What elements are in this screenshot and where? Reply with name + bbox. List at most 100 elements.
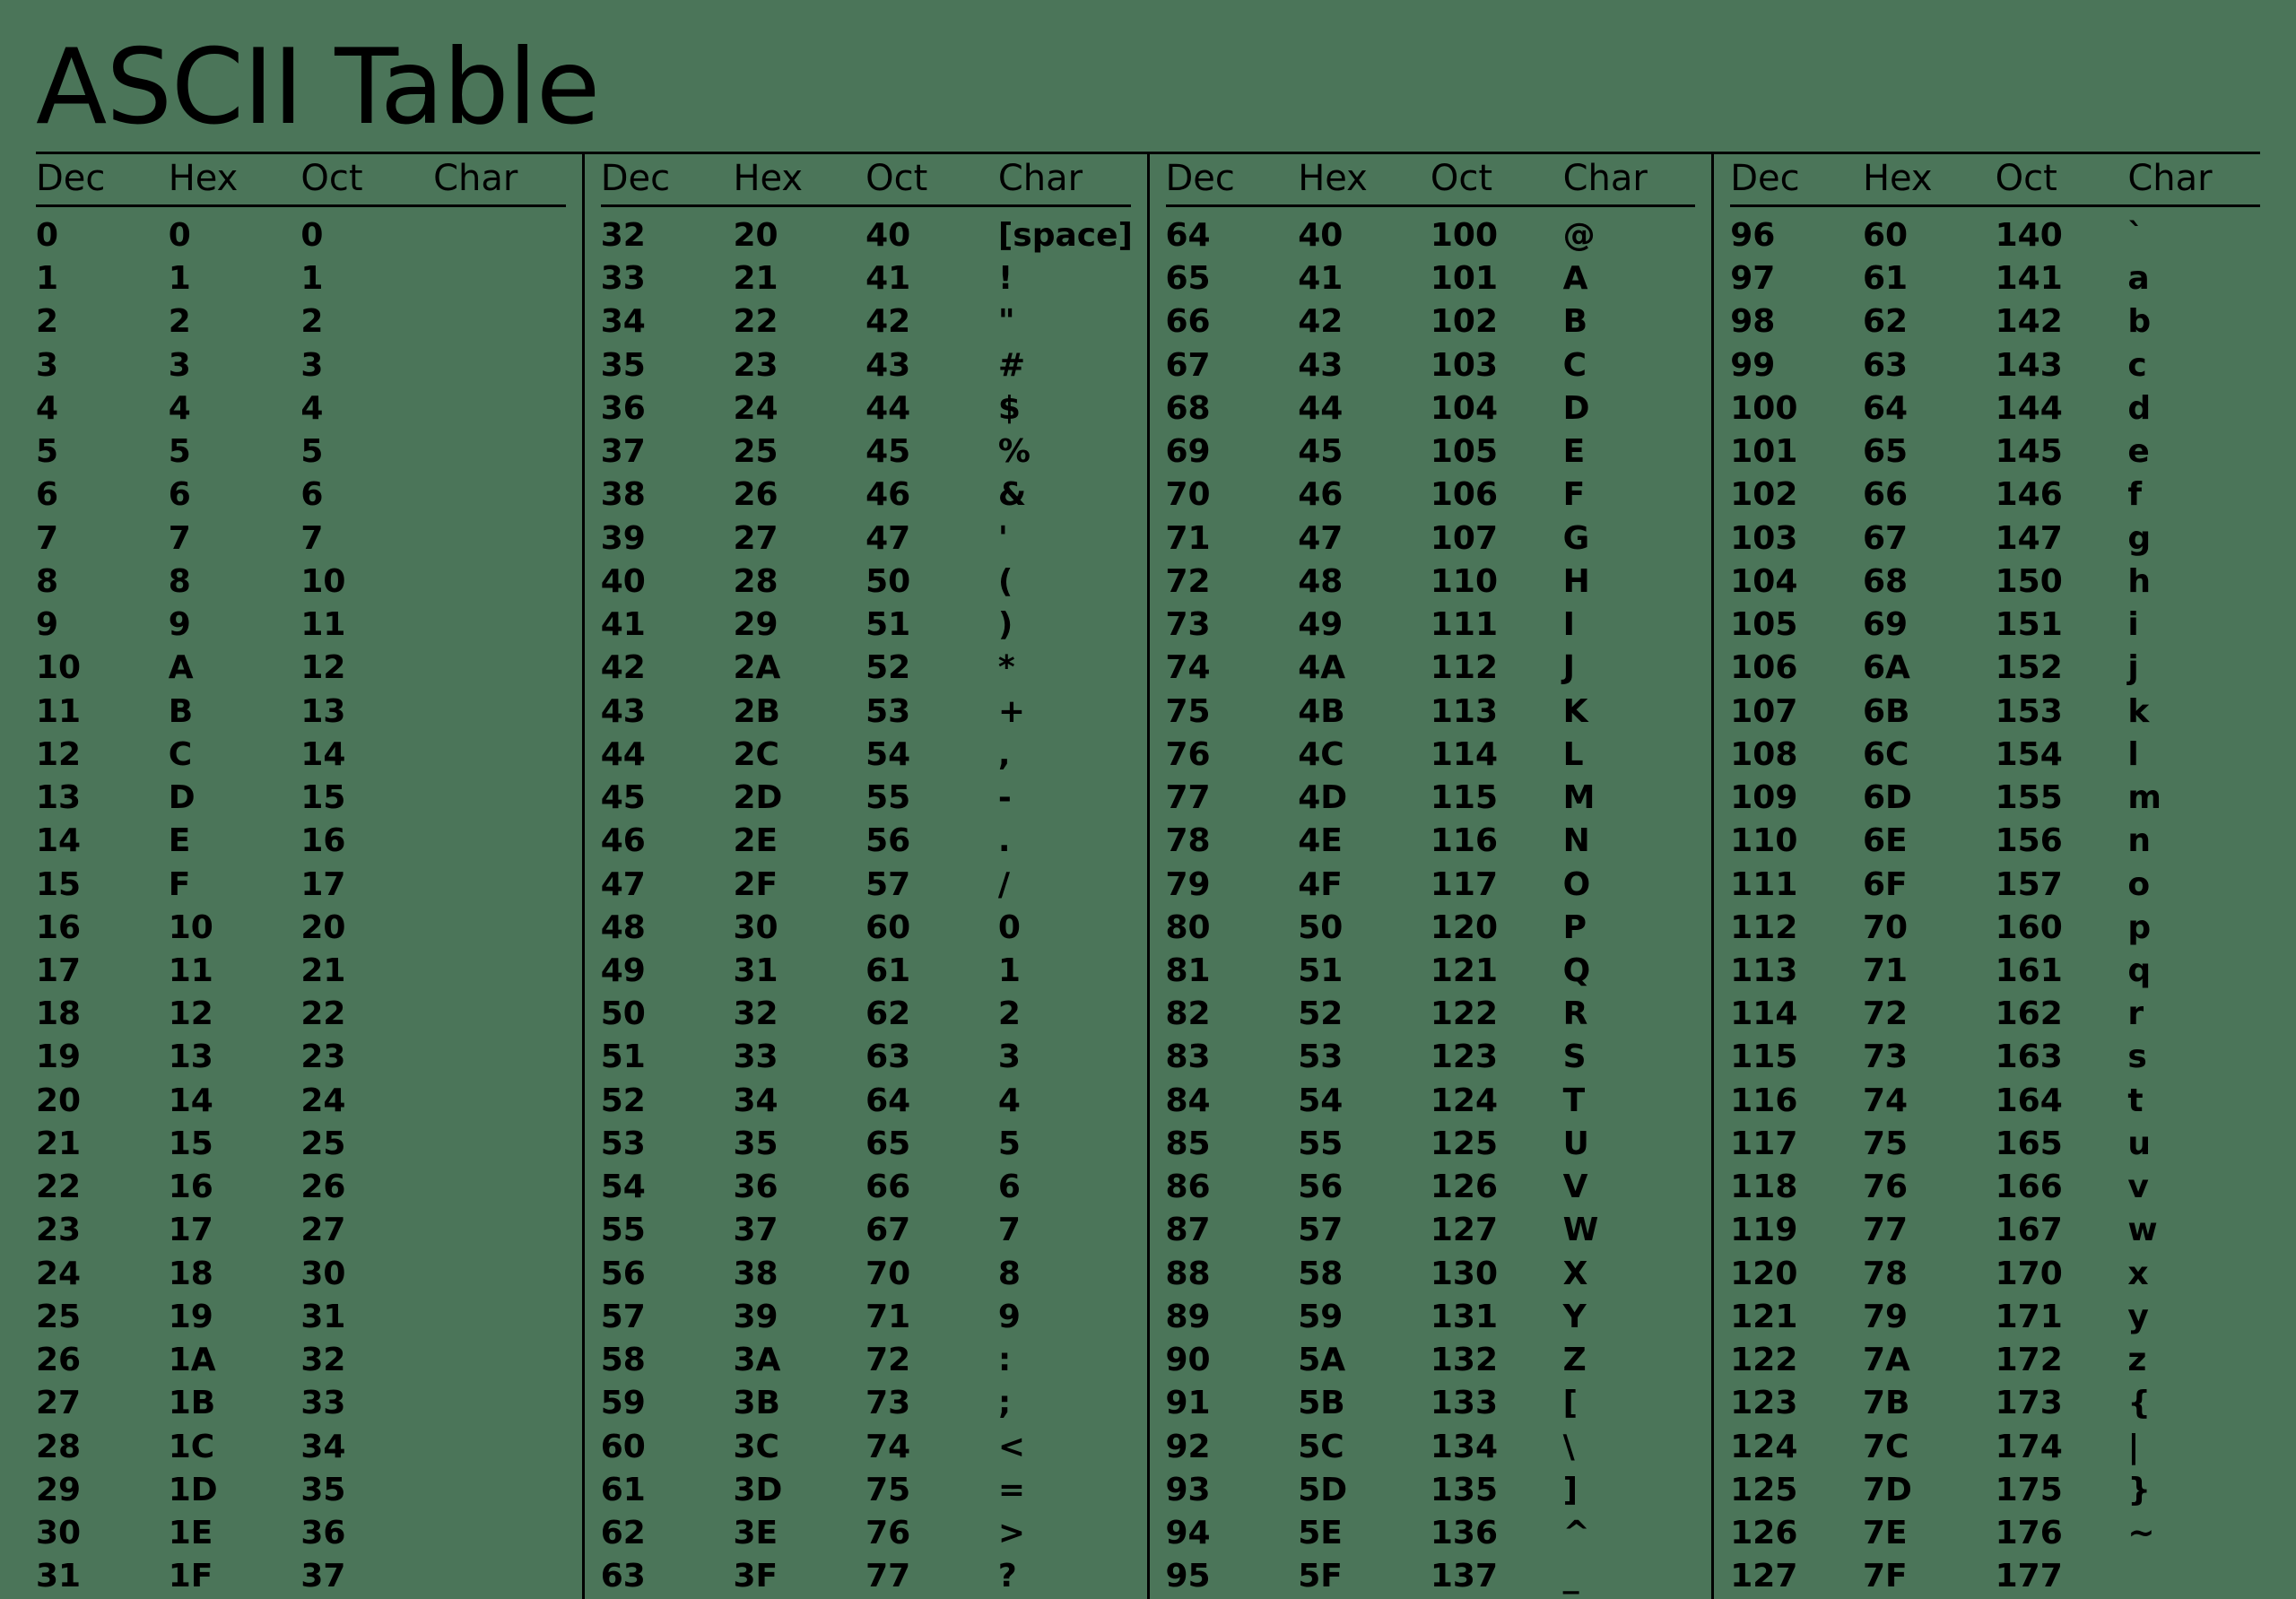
cell-hex: 4C: [1298, 734, 1431, 777]
cell-oct: 20: [300, 907, 433, 950]
cell-hex: 2B: [733, 691, 865, 734]
table-row: 7248110H: [1166, 561, 1696, 604]
cell-chr: d: [2127, 387, 2260, 430]
cell-chr: a: [2127, 257, 2260, 300]
cell-dec: 59: [601, 1382, 734, 1425]
cell-dec: 74: [1166, 647, 1299, 690]
cell-oct: 5: [300, 430, 433, 474]
cell-oct: 106: [1431, 474, 1563, 517]
cell-hex: 73: [1863, 1036, 1996, 1079]
cell-chr: p: [2127, 907, 2260, 950]
cell-chr: g: [2127, 517, 2260, 561]
cell-oct: 160: [1996, 907, 2128, 950]
cell-oct: 54: [865, 734, 998, 777]
cell-dec: 84: [1166, 1080, 1299, 1123]
table-row: 9862142b: [1730, 300, 2260, 343]
cell-dec: 13: [36, 777, 169, 820]
cell-oct: 75: [865, 1469, 998, 1512]
cell-hex: 42: [1298, 300, 1431, 343]
cell-oct: 140: [1996, 214, 2128, 257]
cell-oct: 112: [1431, 647, 1563, 690]
cell-chr: _: [1563, 1555, 1696, 1598]
cell-dec: 44: [601, 734, 734, 777]
table-rows: 0001112223334445556667778810991110A1211B…: [36, 207, 566, 1599]
table-row: 764C114L: [1166, 734, 1696, 777]
cell-hex: 14: [169, 1080, 301, 1123]
cell-dec: 61: [601, 1469, 734, 1512]
table-row: 10165145e: [1730, 430, 2260, 474]
cell-hex: 15: [169, 1123, 301, 1166]
table-row: 633F77?: [601, 1555, 1131, 1598]
cell-hex: 48: [1298, 561, 1431, 604]
cell-chr: [433, 257, 566, 300]
cell-hex: 6F: [1863, 864, 1996, 907]
cell-oct: 147: [1996, 517, 2128, 561]
cell-hex: 57: [1298, 1209, 1431, 1252]
cell-chr: [433, 517, 566, 561]
cell-dec: 99: [1730, 344, 1863, 387]
cell-chr: r: [2127, 993, 2260, 1036]
cell-oct: 152: [1996, 647, 2128, 690]
cell-hex: B: [169, 691, 301, 734]
cell-hex: 60: [1863, 214, 1996, 257]
cell-chr: s: [2127, 1036, 2260, 1079]
cell-hex: 5C: [1298, 1426, 1431, 1469]
cell-dec: 86: [1166, 1166, 1299, 1209]
table-row: 333: [36, 344, 566, 387]
table-row: 5335655: [601, 1123, 1131, 1166]
table-row: 9761141a: [1730, 257, 2260, 300]
cell-oct: 144: [1996, 387, 2128, 430]
cell-chr: 4: [998, 1080, 1131, 1123]
cell-dec: 81: [1166, 950, 1299, 993]
cell-dec: 96: [1730, 214, 1863, 257]
cell-hex: 3C: [733, 1426, 865, 1469]
table-row: 222: [36, 300, 566, 343]
cell-hex: 5B: [1298, 1382, 1431, 1425]
cell-chr: [2127, 1555, 2260, 1598]
cell-chr: x: [2127, 1253, 2260, 1296]
cell-hex: 77: [1863, 1209, 1996, 1252]
cell-dec: 62: [601, 1512, 734, 1555]
cell-dec: 32: [601, 214, 734, 257]
cell-oct: 67: [865, 1209, 998, 1252]
table-row: 9660140`: [1730, 214, 2260, 257]
table-row: 271B33: [36, 1382, 566, 1425]
cell-oct: 162: [1996, 993, 2128, 1036]
cell-chr: 2: [998, 993, 1131, 1036]
header-hex: Hex: [733, 158, 865, 199]
cell-hex: 2F: [733, 864, 865, 907]
cell-chr: G: [1563, 517, 1696, 561]
cell-hex: 43: [1298, 344, 1431, 387]
cell-hex: 55: [1298, 1123, 1431, 1166]
cell-hex: 36: [733, 1166, 865, 1209]
table-row: 14E16: [36, 820, 566, 863]
cell-hex: 1E: [169, 1512, 301, 1555]
cell-oct: 7: [300, 517, 433, 561]
cell-hex: 59: [1298, 1296, 1431, 1339]
table-row: 452D55-: [601, 777, 1131, 820]
cell-hex: 35: [733, 1123, 865, 1166]
cell-chr: 8: [998, 1253, 1131, 1296]
cell-oct: 166: [1996, 1166, 2128, 1209]
cell-oct: 40: [865, 214, 998, 257]
cell-oct: 50: [865, 561, 998, 604]
table-row: 8555125U: [1166, 1123, 1696, 1166]
cell-hex: 34: [733, 1080, 865, 1123]
cell-oct: 120: [1431, 907, 1563, 950]
cell-chr: [433, 1426, 566, 1469]
cell-hex: 25: [733, 430, 865, 474]
cell-dec: 19: [36, 1036, 169, 1079]
table-row: 10064144d: [1730, 387, 2260, 430]
table-row: 9911: [36, 604, 566, 647]
cell-hex: 1A: [169, 1339, 301, 1382]
cell-oct: 21: [300, 950, 433, 993]
table-header: DecHexOctChar: [601, 154, 1131, 207]
cell-hex: 5F: [1298, 1555, 1431, 1598]
table-row: 6440100@: [1166, 214, 1696, 257]
cell-chr: C: [1563, 344, 1696, 387]
cell-oct: 116: [1431, 820, 1563, 863]
cell-chr: [433, 387, 566, 430]
cell-dec: 14: [36, 820, 169, 863]
cell-hex: 6D: [1863, 777, 1996, 820]
cell-dec: 33: [601, 257, 734, 300]
